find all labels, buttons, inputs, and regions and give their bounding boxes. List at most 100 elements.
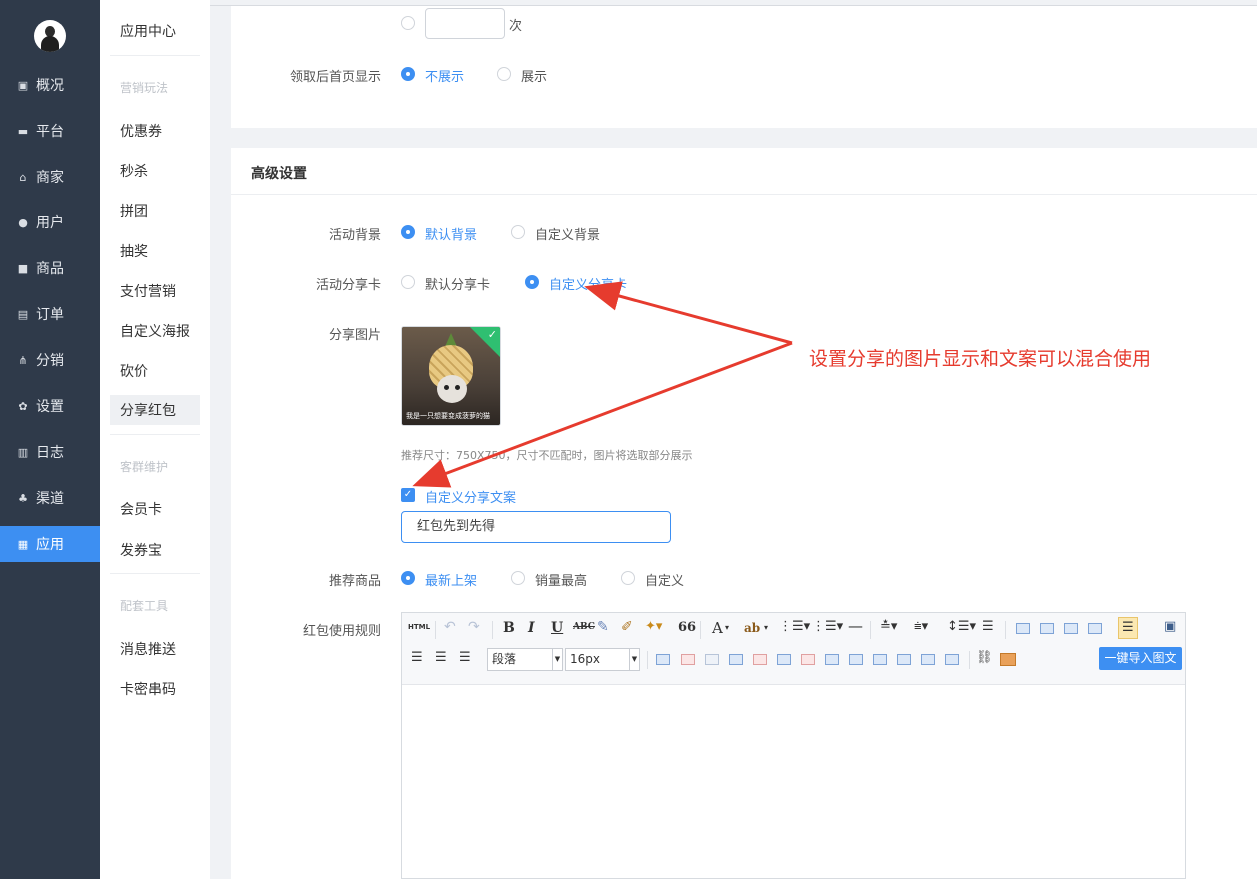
align-right-frame-icon[interactable] bbox=[1064, 623, 1078, 634]
paragraph-select[interactable]: 段落 ▼ bbox=[487, 648, 563, 671]
nav-item-orders[interactable]: ▤ 订单 bbox=[0, 296, 100, 332]
insert-table-icon[interactable] bbox=[656, 654, 670, 665]
nav-item-overview[interactable]: ▣ 概况 bbox=[0, 67, 100, 103]
subnav-item-custom-poster[interactable]: 自定义海报 bbox=[110, 316, 200, 346]
radio-newest[interactable] bbox=[401, 571, 415, 585]
nav-item-goods[interactable]: ■ 商品 bbox=[0, 250, 100, 286]
subnav-item-flash-sale[interactable]: 秒杀 bbox=[110, 156, 200, 186]
nav-item-merchant[interactable]: ⌂ 商家 bbox=[0, 159, 100, 195]
underline-button[interactable]: U bbox=[551, 620, 563, 636]
format-brush-icon[interactable]: ✐ bbox=[621, 619, 633, 635]
nav-item-channels[interactable]: ♣ 渠道 bbox=[0, 480, 100, 516]
table-caption-icon[interactable] bbox=[705, 654, 719, 665]
import-article-button[interactable]: 一键导入图文 bbox=[1099, 647, 1182, 670]
option-custom-card[interactable]: 自定义分享卡 bbox=[549, 274, 627, 293]
strikethrough-button[interactable]: ABC bbox=[573, 622, 595, 632]
delete-table-icon[interactable] bbox=[681, 654, 695, 665]
radio-custom-card[interactable] bbox=[525, 275, 539, 289]
subnav-item-share-redpacket[interactable]: 分享红包 bbox=[110, 395, 200, 425]
radio-no-display[interactable] bbox=[401, 67, 415, 81]
nav-item-logs[interactable]: ▥ 日志 bbox=[0, 434, 100, 470]
rules-editor[interactable]: HTML ↶ ↷ B I U ABC ✎ ✐ ✦▾ 66 A ▾ ab ▾ ⋮☰… bbox=[401, 612, 1186, 879]
option-display[interactable]: 展示 bbox=[521, 66, 547, 85]
delete-row-icon[interactable] bbox=[753, 654, 767, 665]
subnav-item-coupon[interactable]: 优惠券 bbox=[110, 116, 200, 146]
option-default-bg[interactable]: 默认背景 bbox=[425, 224, 477, 243]
italic-button[interactable]: I bbox=[528, 620, 535, 636]
redo-icon[interactable]: ↷ bbox=[468, 619, 480, 635]
align-none-frame-icon[interactable] bbox=[1088, 623, 1102, 634]
radio-custom-goods[interactable] bbox=[621, 571, 635, 585]
subnav-item-coupon-tool[interactable]: 发券宝 bbox=[110, 535, 200, 565]
nav-item-users[interactable]: ● 用户 bbox=[0, 204, 100, 240]
delete-column-icon[interactable] bbox=[801, 654, 815, 665]
radio-display[interactable] bbox=[497, 67, 511, 81]
option-custom-goods[interactable]: 自定义 bbox=[645, 570, 684, 589]
indent-icon[interactable]: ☰ bbox=[982, 619, 994, 634]
horizontal-rule-icon[interactable]: — bbox=[848, 617, 863, 635]
font-size-select[interactable]: 16px ▼ bbox=[565, 648, 640, 671]
count-input[interactable] bbox=[425, 8, 505, 39]
line-height-top-icon[interactable]: ≛▾ bbox=[880, 619, 897, 634]
align-center-frame-icon[interactable] bbox=[1040, 623, 1054, 634]
split-columns-icon[interactable] bbox=[945, 654, 959, 665]
insert-row-icon[interactable] bbox=[729, 654, 743, 665]
nav-item-distribution[interactable]: ⋔ 分销 bbox=[0, 342, 100, 378]
dropdown-arrow-icon[interactable]: ▾ bbox=[764, 623, 768, 632]
align-left-frame-icon[interactable] bbox=[1016, 623, 1030, 634]
option-default-card[interactable]: 默认分享卡 bbox=[425, 274, 490, 293]
justify-active-button[interactable]: ☰ bbox=[1118, 617, 1138, 639]
radio-default-card[interactable] bbox=[401, 275, 415, 289]
avatar[interactable] bbox=[34, 20, 66, 52]
preview-monitor-icon[interactable]: ▣ bbox=[1164, 619, 1176, 634]
undo-icon[interactable]: ↶ bbox=[444, 619, 456, 635]
align-right-icon[interactable]: ☰ bbox=[435, 650, 447, 665]
option-top-sales[interactable]: 销量最高 bbox=[535, 570, 587, 589]
bold-button[interactable]: B bbox=[503, 620, 515, 636]
align-justify-icon[interactable]: ☰ bbox=[459, 650, 471, 665]
nav-item-settings[interactable]: ✿ 设置 bbox=[0, 388, 100, 424]
ordered-list-icon[interactable]: ⋮☰▾ bbox=[779, 619, 810, 634]
line-height-bottom-icon[interactable]: ⩧▾ bbox=[914, 619, 928, 634]
subnav-item-payment-marketing[interactable]: 支付营销 bbox=[110, 276, 200, 306]
link-icon[interactable]: ⛓ bbox=[976, 650, 993, 665]
radio-top-sales[interactable] bbox=[511, 571, 525, 585]
count-radio[interactable] bbox=[401, 16, 415, 30]
share-image-thumbnail[interactable]: 我是一只想要变成菠萝的猫 ✓ bbox=[401, 326, 501, 426]
merge-right-icon[interactable] bbox=[849, 654, 863, 665]
subnav-app-center[interactable]: 应用中心 bbox=[110, 16, 200, 46]
subnav-item-message-push[interactable]: 消息推送 bbox=[110, 634, 200, 664]
eraser-icon[interactable]: ✎ bbox=[597, 619, 609, 635]
option-newest[interactable]: 最新上架 bbox=[425, 570, 477, 589]
subnav-item-group-buy[interactable]: 拼团 bbox=[110, 196, 200, 226]
html-source-button[interactable]: HTML bbox=[408, 623, 430, 631]
align-left-icon[interactable]: ☰ bbox=[411, 650, 423, 665]
nav-item-platform[interactable]: ▬ 平台 bbox=[0, 113, 100, 149]
option-custom-bg[interactable]: 自定义背景 bbox=[535, 224, 600, 243]
insert-column-icon[interactable] bbox=[777, 654, 791, 665]
magic-wand-icon[interactable]: ✦▾ bbox=[645, 619, 662, 634]
insert-image-icon[interactable] bbox=[1000, 653, 1016, 666]
subnav-item-lottery[interactable]: 抽奖 bbox=[110, 236, 200, 266]
merge-down-icon[interactable] bbox=[873, 654, 887, 665]
subnav-item-bargain[interactable]: 砍价 bbox=[110, 356, 200, 386]
split-rows-icon[interactable] bbox=[921, 654, 935, 665]
merge-cells-icon[interactable] bbox=[825, 654, 839, 665]
unordered-list-icon[interactable]: ⋮☰▾ bbox=[812, 619, 843, 634]
subnav-item-member-card[interactable]: 会员卡 bbox=[110, 494, 200, 524]
custom-text-label[interactable]: 自定义分享文案 bbox=[425, 487, 516, 506]
highlight-button[interactable]: ab bbox=[744, 621, 760, 635]
line-spacing-icon[interactable]: ↕☰▾ bbox=[947, 619, 976, 634]
share-text-input[interactable]: 红包先到先得 bbox=[401, 511, 671, 543]
radio-default-bg[interactable] bbox=[401, 225, 415, 239]
custom-text-checkbox[interactable]: ✓ bbox=[401, 488, 415, 502]
subnav-item-card-code[interactable]: 卡密串码 bbox=[110, 674, 200, 704]
radio-custom-bg[interactable] bbox=[511, 225, 525, 239]
blockquote-button[interactable]: 66 bbox=[678, 620, 696, 635]
option-no-display[interactable]: 不展示 bbox=[425, 66, 464, 85]
nav-item-apps[interactable]: ▦ 应用 bbox=[0, 526, 100, 562]
gear-icon: ✿ bbox=[18, 399, 28, 413]
dropdown-arrow-icon[interactable]: ▾ bbox=[725, 623, 729, 632]
font-color-button[interactable]: A bbox=[712, 619, 723, 637]
split-cells-icon[interactable] bbox=[897, 654, 911, 665]
